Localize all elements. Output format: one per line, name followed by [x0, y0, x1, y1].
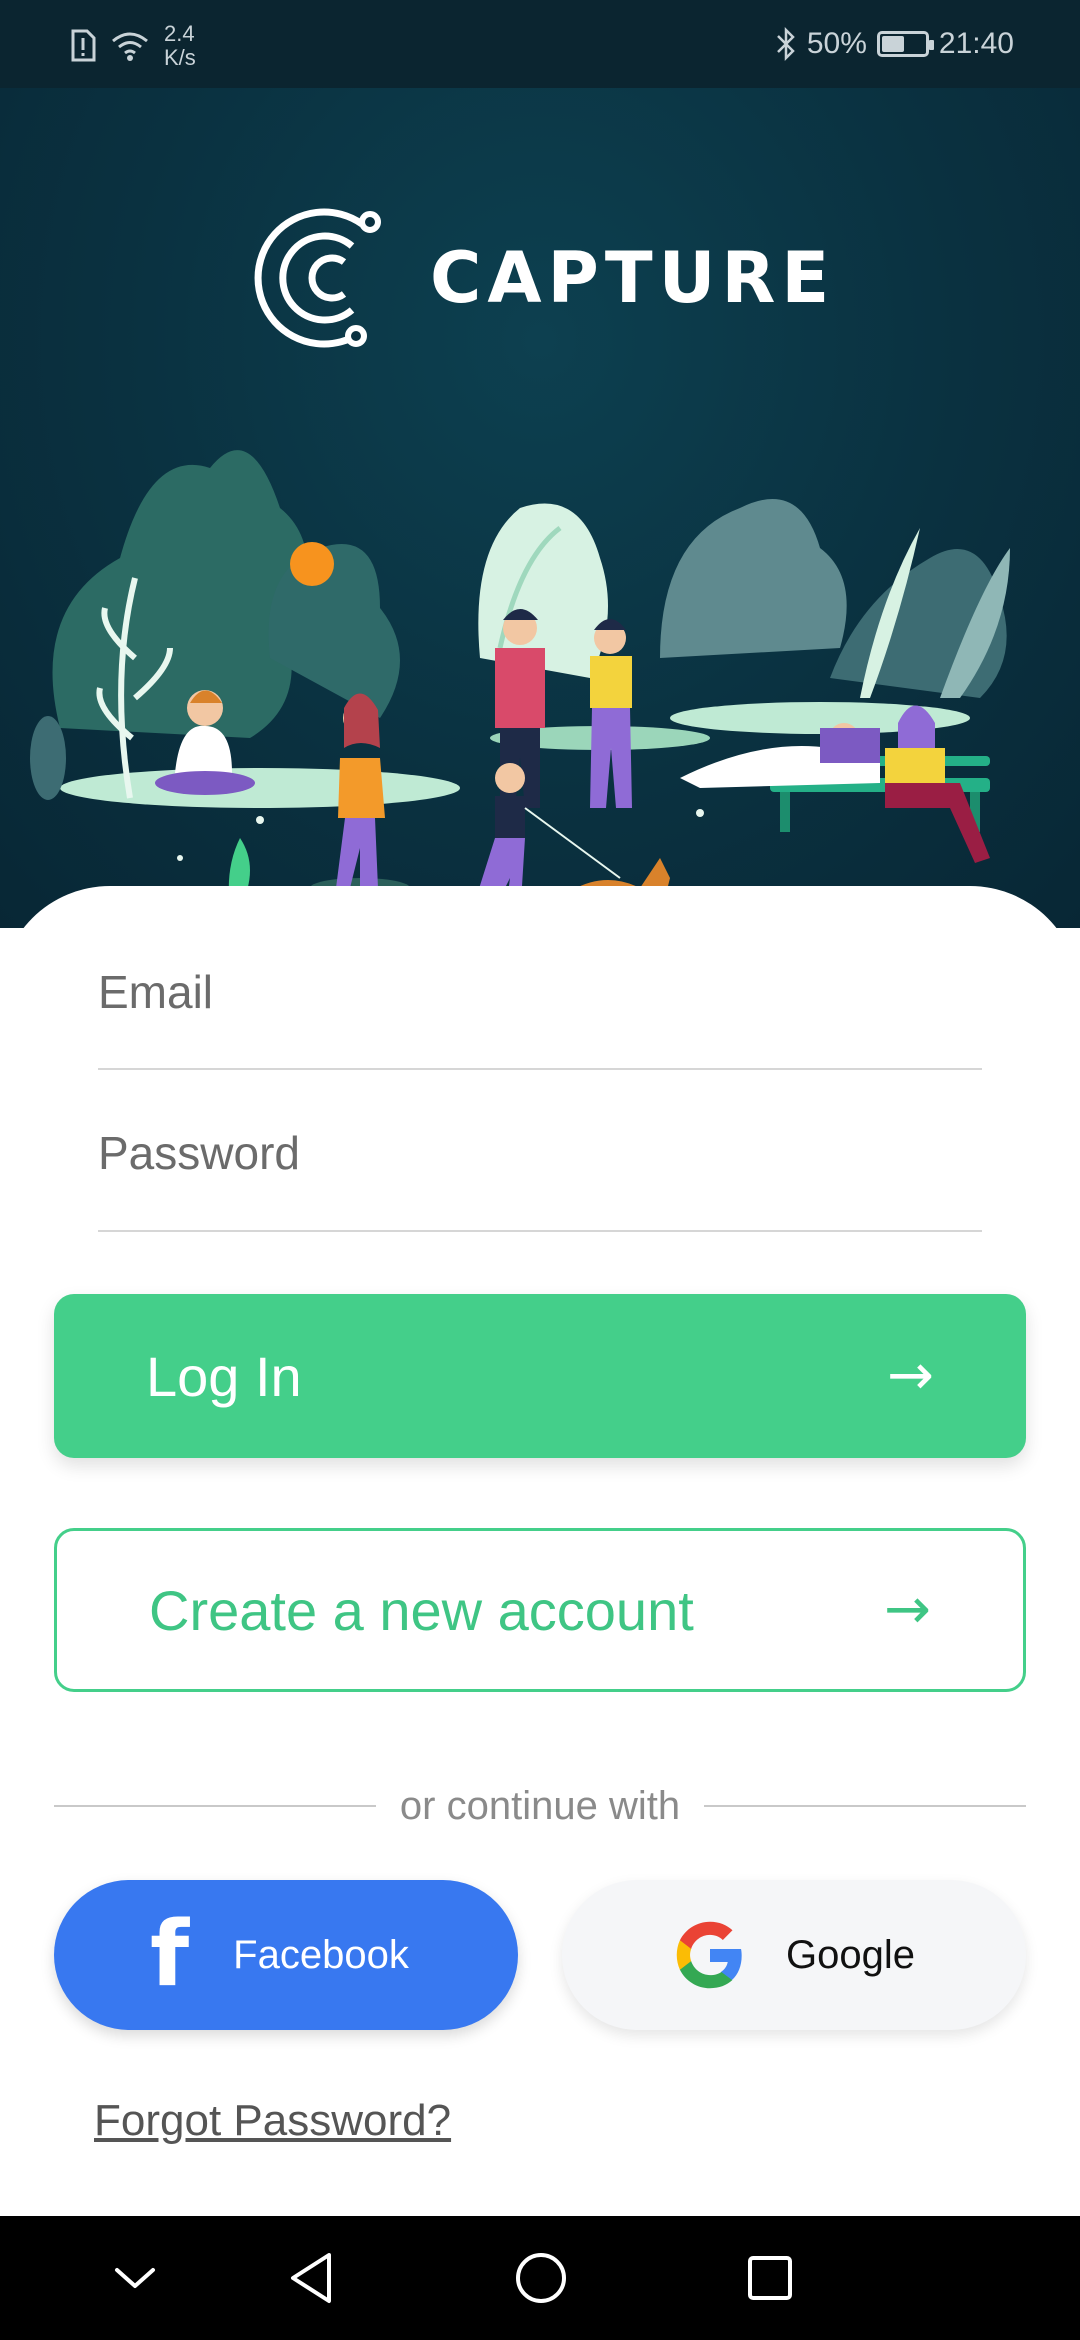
email-field[interactable]: Email: [98, 916, 982, 1070]
divider-text: or continue with: [399, 1783, 681, 1828]
social-divider: or continue with: [54, 1776, 1026, 1836]
system-nav-bar: [0, 2216, 1080, 2340]
network-speed-unit: K/s: [164, 45, 196, 70]
divider-line-right: [704, 1805, 1026, 1807]
clock: 21:40: [938, 27, 1014, 60]
back-icon: [291, 2253, 331, 2303]
google-icon: [676, 1921, 742, 1989]
arrow-right-icon: →: [887, 1343, 934, 1408]
home-icon: [516, 2253, 566, 2303]
create-account-button-label: Create a new account: [149, 1578, 694, 1642]
recents-icon: [748, 2256, 792, 2300]
divider-line-left: [54, 1805, 376, 1807]
nav-hide-keyboard-button[interactable]: [100, 2216, 170, 2340]
status-left: 2.4 K/s: [70, 22, 196, 70]
hero-banner: CAPTURE: [0, 88, 1080, 928]
app-logo-text: CAPTURE: [430, 237, 836, 319]
park-people-illustration: [30, 450, 1010, 928]
battery-percent: 50%: [806, 27, 867, 60]
password-field[interactable]: Password: [98, 1076, 982, 1232]
network-speed: 2.4 K/s: [164, 22, 196, 70]
email-placeholder: Email: [98, 966, 214, 1018]
nav-home-button[interactable]: [506, 2216, 576, 2340]
facebook-icon: f: [150, 1902, 190, 2007]
app-logo: CAPTURE: [252, 200, 835, 356]
forgot-password-link[interactable]: Forgot Password?: [94, 2096, 451, 2146]
capture-logo-icon: [254, 208, 381, 348]
login-button[interactable]: Log In →: [54, 1294, 1026, 1458]
password-placeholder: Password: [98, 1127, 300, 1179]
google-button-label: Google: [786, 1932, 915, 1977]
login-card: Email Password Log In → Create a new acc…: [0, 886, 1080, 2216]
facebook-login-button[interactable]: f Facebook: [54, 1880, 518, 2030]
nav-recents-button[interactable]: [735, 2216, 805, 2340]
nav-back-button[interactable]: [276, 2216, 346, 2340]
network-speed-value: 2.4: [164, 21, 195, 46]
battery-icon: [876, 31, 934, 57]
wifi-icon: [112, 32, 148, 61]
person-woman-orange: [336, 693, 385, 888]
battery-level: [881, 36, 904, 52]
google-login-button[interactable]: Google: [562, 1880, 1026, 2030]
login-button-label: Log In: [146, 1344, 302, 1408]
facebook-button-label: Facebook: [233, 1932, 409, 1977]
status-right: 50% 21:40: [775, 26, 1014, 62]
status-bar: 2.4 K/s 50% 21:40: [0, 0, 1080, 88]
chevron-down-icon: [115, 2268, 155, 2288]
create-account-button[interactable]: Create a new account →: [54, 1528, 1026, 1692]
sim-alert-icon: [71, 29, 96, 62]
bluetooth-icon: [776, 26, 795, 62]
arrow-right-icon: →: [884, 1577, 931, 1642]
